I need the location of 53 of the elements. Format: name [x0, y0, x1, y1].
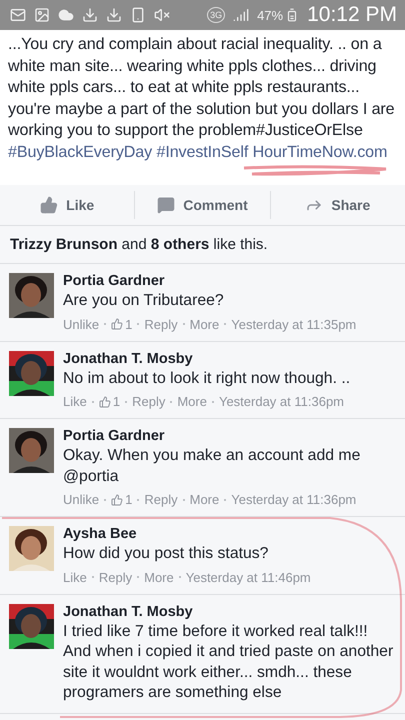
- clock: 10:12 PM: [307, 3, 397, 27]
- comment-author[interactable]: Jonathan T. Mosby: [63, 604, 397, 620]
- like-button[interactable]: Like: [0, 191, 134, 219]
- likes-summary: Trizzy Brunson and 8 others like this.: [0, 226, 405, 264]
- comment-action-link[interactable]: Unlike: [63, 316, 100, 332]
- hashtag-link[interactable]: HourTimeNow.com: [252, 142, 388, 160]
- comment-action-link[interactable]: Like: [63, 570, 87, 584]
- comment-text: Okay. When you make an account add me @portia: [63, 446, 362, 486]
- comment-text: I tried like 7 time before it worked real talk!!! And when i copied it and tried paste on another site it wouldnt work either... smdh... these programers are something else: [63, 622, 394, 703]
- image-icon: [34, 7, 50, 23]
- signal-icon: [233, 7, 250, 23]
- comment-text: No im about to look it right now though. ..: [63, 368, 350, 388]
- download-icon: [82, 7, 98, 23]
- comment-action-link[interactable]: Reply: [98, 570, 132, 584]
- comment-author[interactable]: Jonathan T. Mosby: [63, 350, 350, 366]
- comment-text: Are you on Tributaree?: [63, 291, 225, 311]
- cloud-icon: [58, 7, 74, 23]
- comment-time: Yesterday at 11:36pm: [218, 394, 344, 409]
- comment-time: Yesterday at 11:35pm: [231, 316, 356, 332]
- thumbs-up-icon: [40, 196, 58, 214]
- comment-time: Yesterday at 11:36pm: [231, 492, 356, 507]
- mute-icon: [154, 7, 170, 23]
- comment-action-link[interactable]: Reply: [144, 316, 178, 332]
- comment-author[interactable]: Portia Gardner: [63, 428, 397, 444]
- share-button[interactable]: Share: [270, 191, 405, 219]
- hashtag-link[interactable]: #InvestInSelf: [156, 142, 248, 160]
- comment-action-link[interactable]: More: [190, 316, 220, 332]
- post-text: ...You cry and complain about racial inequality. .. on a white man site... wearing white ppls clothes... driving white ppls cars... to eat at white ppls restaurants... you're maybe a part of the solution but you dollars I are working you to support the problem#JusticeOrElse #BuyBlackEveryDay #InvestInSelf HourTimeNow.com: [8, 34, 396, 162]
- mail-icon: [10, 7, 26, 23]
- thumbs-up-icon: [111, 494, 124, 506]
- comment-action-link[interactable]: Like: [63, 394, 87, 409]
- hashtag-link[interactable]: #BuyBlackEveryDay: [8, 142, 152, 160]
- comment-action-link[interactable]: More: [190, 492, 220, 507]
- speech-bubble-icon: [157, 196, 176, 214]
- download-icon: [106, 7, 122, 23]
- thumbs-up-icon: [111, 318, 124, 330]
- network-indicator: 3G: [207, 7, 226, 23]
- comment-action-link[interactable]: More: [144, 570, 174, 584]
- comment-action-link[interactable]: Reply: [144, 492, 178, 507]
- comment-text: How did you post this status?: [63, 544, 270, 564]
- comment-action-link[interactable]: More: [177, 394, 207, 409]
- comment-action-link[interactable]: Unlike: [63, 492, 100, 507]
- comment-action-link[interactable]: Reply: [132, 394, 166, 409]
- battery-level: 47%: [257, 8, 284, 22]
- like-count: 1: [125, 316, 132, 332]
- comment-button[interactable]: Comment: [134, 191, 270, 219]
- phone-icon: [130, 7, 146, 23]
- comment-author[interactable]: Aysha Bee: [63, 526, 311, 542]
- like-count: 1: [112, 394, 120, 409]
- thumbs-up-icon: [98, 396, 111, 408]
- comment-time: Yesterday at 11:46pm: [186, 570, 311, 584]
- like-count: 1: [125, 492, 132, 507]
- comment-author[interactable]: Portia Gardner: [63, 273, 356, 289]
